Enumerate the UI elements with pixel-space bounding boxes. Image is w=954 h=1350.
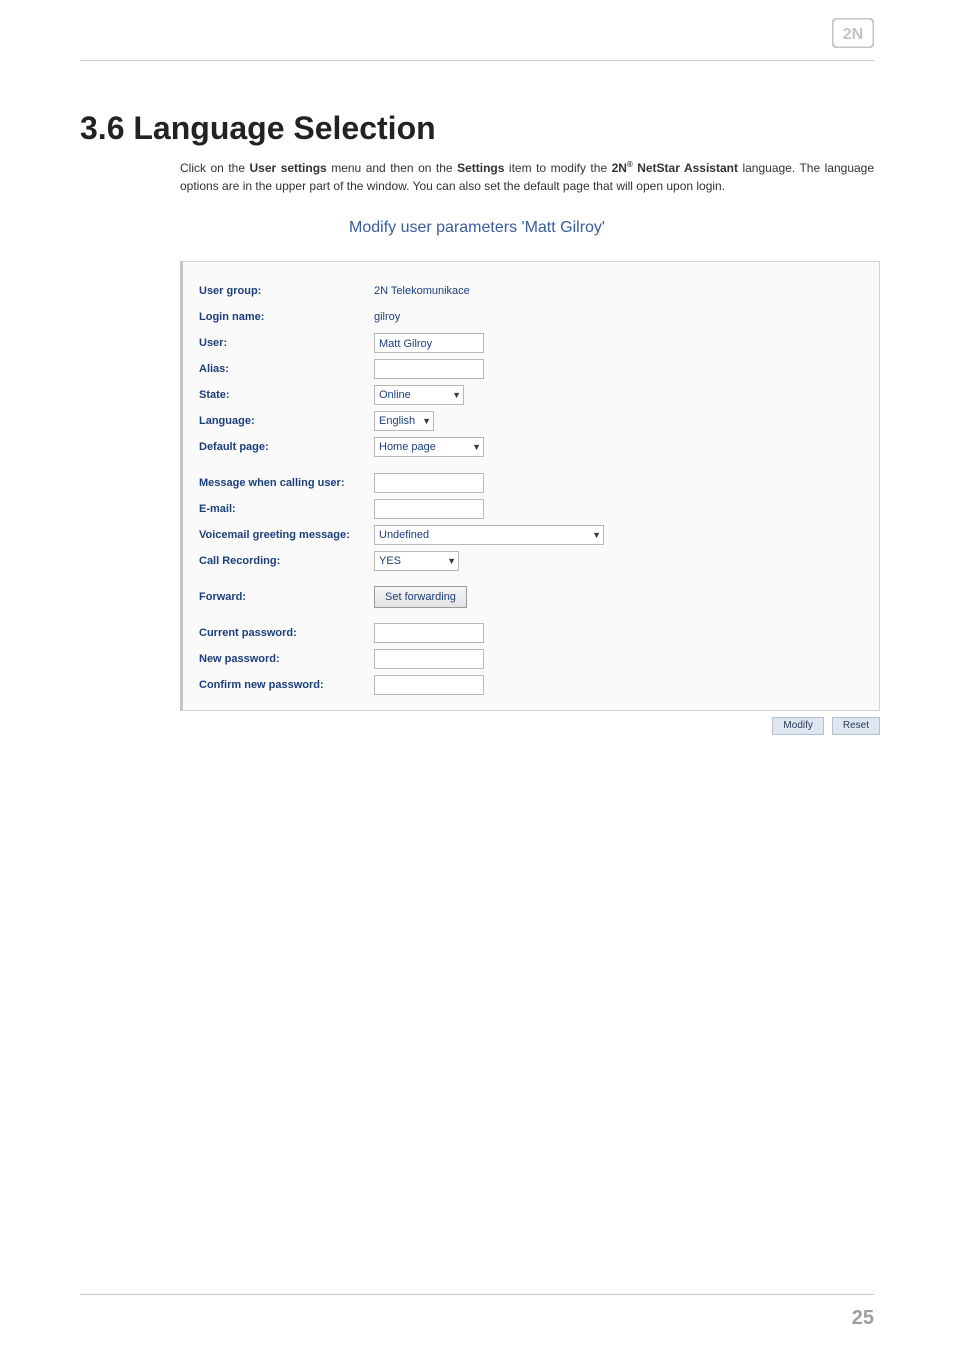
chevron-down-icon: ▼ bbox=[472, 442, 481, 452]
user-parameters-panel: User group: 2N Telekomunikace Login name… bbox=[180, 261, 880, 711]
chevron-down-icon: ▼ bbox=[422, 416, 431, 426]
state-select[interactable]: Online ▼ bbox=[374, 385, 464, 405]
default-page-select[interactable]: Home page ▼ bbox=[374, 437, 484, 457]
message-calling-field[interactable] bbox=[374, 473, 484, 493]
voicemail-greeting-select[interactable]: Undefined ▼ bbox=[374, 525, 604, 545]
language-select[interactable]: English ▼ bbox=[374, 411, 434, 431]
svg-text:2N: 2N bbox=[843, 26, 863, 43]
modify-button[interactable]: Modify bbox=[772, 717, 823, 735]
label-user: User: bbox=[199, 337, 374, 349]
language-select-value: English bbox=[379, 415, 415, 427]
default-page-select-value: Home page bbox=[379, 441, 436, 453]
row-voicemail-greeting: Voicemail greeting message: Undefined ▼ bbox=[199, 524, 863, 546]
row-current-password: Current password: bbox=[199, 622, 863, 644]
row-login-name: Login name: gilroy bbox=[199, 306, 863, 328]
intro-paragraph: Click on the User settings menu and then… bbox=[180, 159, 874, 195]
reset-button[interactable]: Reset bbox=[832, 717, 880, 735]
row-language: Language: English ▼ bbox=[199, 410, 863, 432]
label-confirm-password: Confirm new password: bbox=[199, 679, 374, 691]
user-field[interactable]: Matt Gilroy bbox=[374, 333, 484, 353]
label-new-password: New password: bbox=[199, 653, 374, 665]
page-title: 3.6 Language Selection bbox=[80, 110, 874, 147]
label-state: State: bbox=[199, 389, 374, 401]
brand-logo: 2N bbox=[832, 18, 874, 48]
label-forward: Forward: bbox=[199, 591, 374, 603]
new-password-field[interactable] bbox=[374, 649, 484, 669]
value-user-group: 2N Telekomunikace bbox=[374, 285, 470, 297]
label-login-name: Login name: bbox=[199, 311, 374, 323]
label-user-group: User group: bbox=[199, 285, 374, 297]
label-default-page: Default page: bbox=[199, 441, 374, 453]
row-message-calling: Message when calling user: bbox=[199, 472, 863, 494]
page-number: 25 bbox=[852, 1307, 874, 1330]
label-email: E-mail: bbox=[199, 503, 374, 515]
chevron-down-icon: ▼ bbox=[592, 530, 601, 540]
row-alias: Alias: bbox=[199, 358, 863, 380]
label-voicemail-greeting: Voicemail greeting message: bbox=[199, 529, 374, 541]
row-state: State: Online ▼ bbox=[199, 384, 863, 406]
state-select-value: Online bbox=[379, 389, 411, 401]
label-alias: Alias: bbox=[199, 363, 374, 375]
current-password-field[interactable] bbox=[374, 623, 484, 643]
confirm-password-field[interactable] bbox=[374, 675, 484, 695]
header-divider bbox=[80, 60, 874, 61]
value-login-name: gilroy bbox=[374, 311, 400, 323]
row-user-group: User group: 2N Telekomunikace bbox=[199, 280, 863, 302]
footer-divider bbox=[80, 1294, 874, 1295]
email-field[interactable] bbox=[374, 499, 484, 519]
action-bar: Modify Reset bbox=[180, 717, 880, 735]
label-language: Language: bbox=[199, 415, 374, 427]
call-recording-select[interactable]: YES ▼ bbox=[374, 551, 459, 571]
row-forward: Forward: Set forwarding bbox=[199, 586, 863, 608]
row-new-password: New password: bbox=[199, 648, 863, 670]
voicemail-greeting-value: Undefined bbox=[379, 529, 429, 541]
call-recording-value: YES bbox=[379, 555, 401, 567]
label-call-recording: Call Recording: bbox=[199, 555, 374, 567]
chevron-down-icon: ▼ bbox=[447, 556, 456, 566]
row-user: User: Matt Gilroy bbox=[199, 332, 863, 354]
chevron-down-icon: ▼ bbox=[452, 390, 461, 400]
row-default-page: Default page: Home page ▼ bbox=[199, 436, 863, 458]
label-current-password: Current password: bbox=[199, 627, 374, 639]
row-email: E-mail: bbox=[199, 498, 863, 520]
row-confirm-password: Confirm new password: bbox=[199, 674, 863, 696]
alias-field[interactable] bbox=[374, 359, 484, 379]
set-forwarding-button[interactable]: Set forwarding bbox=[374, 586, 467, 608]
label-message-calling: Message when calling user: bbox=[199, 477, 374, 489]
panel-title: Modify user parameters 'Matt Gilroy' bbox=[80, 219, 874, 237]
row-call-recording: Call Recording: YES ▼ bbox=[199, 550, 863, 572]
